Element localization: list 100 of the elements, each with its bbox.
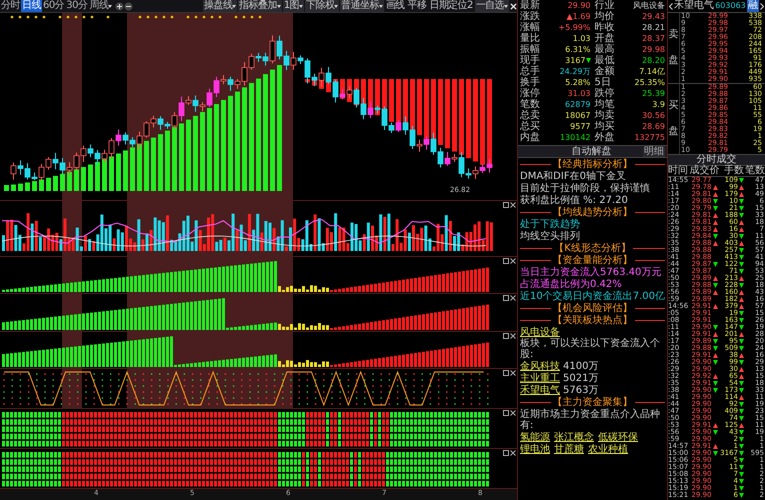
maximize-icon[interactable]: [503, 450, 509, 456]
toolbar-button[interactable]: 一自选: [474, 0, 509, 12]
concept-link[interactable]: 锂电池: [520, 444, 550, 455]
histogram-bar: [179, 123, 184, 191]
quote-label: 开盘: [594, 33, 614, 44]
toolbar-button[interactable]: 指标叠加: [238, 0, 282, 12]
histogram-bar: [396, 79, 401, 126]
histogram-bar: [32, 181, 37, 191]
section-heading: 【经典指标分析】: [552, 159, 632, 170]
maximize-icon[interactable]: [503, 295, 509, 301]
quote-label: 内盘: [520, 132, 540, 143]
histogram-bar: [144, 140, 149, 191]
quote-value: 130142: [560, 132, 590, 142]
histogram-bar: [424, 79, 429, 138]
histogram-bar: [417, 79, 422, 136]
analysis-text: DMA和DIF在0轴下金叉: [520, 171, 627, 182]
quote-value: 9577: [570, 122, 590, 132]
histogram-bar: [151, 138, 156, 191]
maximize-icon[interactable]: [503, 333, 509, 339]
quote-label: 总买: [520, 121, 540, 132]
column-header: 笔数: [744, 166, 765, 176]
histogram-bar: [130, 147, 135, 191]
period-tab[interactable]: 30分: [65, 0, 88, 12]
close-icon[interactable]: [510, 333, 516, 339]
sector-link[interactable]: 风电设备: [520, 327, 560, 338]
close-icon[interactable]: [510, 450, 516, 456]
quote-label: 换手: [520, 77, 540, 88]
quote-label: 均价: [594, 11, 614, 22]
analysis-text: 占流通盘比例为0.42%: [520, 279, 623, 290]
histogram-bar: [172, 127, 177, 191]
analysis-text: 目前处于拉伸阶段，保持谨慎: [520, 183, 651, 194]
histogram-bar: [137, 144, 142, 191]
quote-label: 外盘: [594, 132, 614, 143]
inflow-amount: 5021万: [563, 373, 598, 384]
concept-link[interactable]: 低碳环保: [598, 432, 638, 443]
histogram-bar: [95, 162, 100, 191]
histogram-bar: [25, 182, 30, 191]
toolbar-button[interactable]: 平移: [406, 0, 428, 12]
quote-label: 最低: [594, 55, 614, 66]
period-tab[interactable]: 分时: [0, 0, 21, 12]
histogram-bar: [67, 172, 72, 191]
close-icon[interactable]: [510, 295, 516, 301]
close-icon[interactable]: [510, 258, 516, 264]
quote-label: 笔数: [520, 99, 540, 110]
analysis-text: 板块，可以关注以下资金流入个股:: [520, 338, 661, 360]
maximize-icon[interactable]: [503, 258, 509, 264]
quote-value: 24.29万: [560, 66, 590, 76]
quote-value: 28.37: [642, 34, 665, 44]
section-heading: 【机会风险评估】: [552, 303, 632, 314]
histogram-bar: [102, 159, 107, 191]
period-tab[interactable]: 60分: [42, 0, 66, 12]
concept-link[interactable]: 氢能源: [520, 432, 550, 443]
quote-label: 振幅: [520, 44, 540, 55]
histogram-bar: [4, 185, 9, 191]
quote-value: 25.39: [642, 88, 665, 98]
quote-label: 涨停: [520, 88, 540, 99]
toolbar-button[interactable]: 操盘线: [203, 0, 238, 12]
analysis-text: 处于下跌趋势: [520, 219, 581, 230]
quote-label: 涨幅: [520, 22, 540, 33]
zoom-out-icon[interactable]: [124, 2, 134, 10]
quote-value: 7.14亿: [639, 66, 665, 76]
period-tab[interactable]: 日线: [21, 0, 42, 12]
histogram-bar: [39, 180, 44, 191]
panel-title: 自动解盘: [572, 146, 612, 156]
histogram-bar: [11, 184, 16, 191]
column-header: 时间: [668, 166, 689, 176]
histogram-bar: [158, 134, 163, 191]
caret-icon: [232, 4, 236, 8]
histogram-bar: [18, 184, 23, 191]
toolbar-button[interactable]: 1图: [282, 0, 304, 12]
side-label: 买盘: [668, 99, 678, 139]
concept-link[interactable]: 张江概念: [554, 432, 594, 443]
concept-link[interactable]: 农业种植: [588, 444, 628, 455]
quote-label: 昨收: [594, 22, 614, 33]
stock-link[interactable]: 金风科技: [520, 361, 560, 372]
detail-button[interactable]: 明细: [643, 146, 665, 156]
maximize-icon[interactable]: [503, 410, 509, 416]
close-icon[interactable]: [510, 410, 516, 416]
caret-icon: [334, 4, 338, 8]
stock-link[interactable]: 主业重工: [520, 373, 560, 384]
histogram-bar: [375, 79, 380, 116]
quote-value: 132775: [634, 132, 665, 142]
histogram-bar: [46, 178, 51, 191]
concept-link[interactable]: 甘蔗糖: [554, 444, 584, 455]
toolbar-button[interactable]: 画线: [384, 0, 406, 12]
stock-link[interactable]: 禾望电气: [520, 385, 560, 396]
maximize-icon[interactable]: [503, 202, 509, 208]
quote-label: 现手: [520, 55, 540, 66]
period-tab[interactable]: 周线: [88, 0, 114, 12]
close-icon[interactable]: [510, 370, 516, 376]
zoom-in-icon[interactable]: [115, 2, 124, 10]
maximize-icon[interactable]: [503, 370, 509, 376]
quote-value: ▲1.69: [566, 12, 590, 22]
histogram-bar: [88, 164, 93, 191]
close-icon[interactable]: [510, 202, 516, 208]
column-header: 成交价: [689, 166, 720, 176]
quote-value: +5.99%: [558, 22, 590, 32]
quote-label: 量比: [520, 33, 540, 44]
quote-label: 均卖: [594, 110, 614, 121]
toolbar-button[interactable]: 下除权: [304, 0, 340, 12]
